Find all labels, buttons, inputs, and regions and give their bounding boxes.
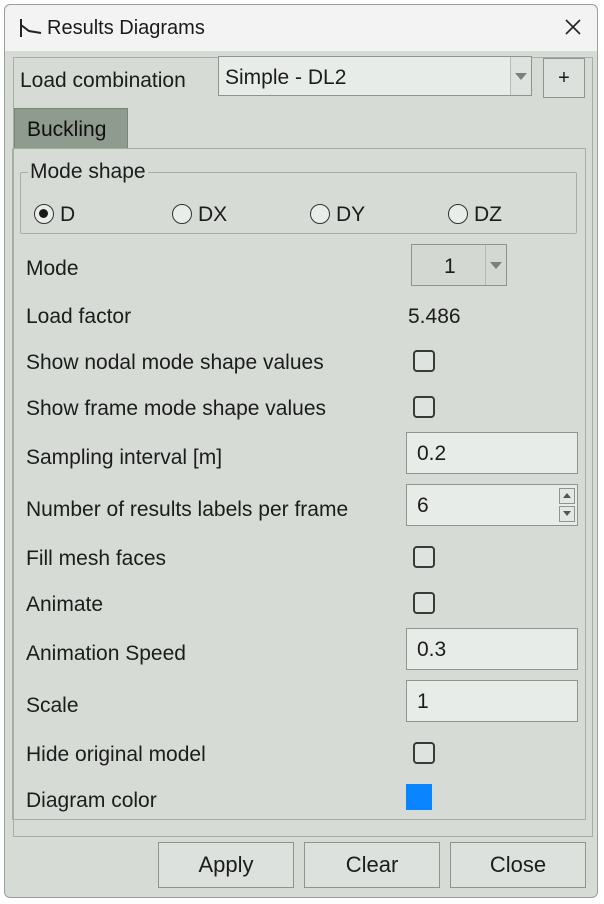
radio-dz[interactable] — [448, 204, 468, 224]
scale-label: Scale — [26, 694, 79, 717]
add-load-combination-button[interactable]: + — [543, 58, 585, 98]
radio-dz-label: DZ — [474, 203, 502, 226]
close-icon[interactable] — [563, 17, 583, 37]
radio-dy-label: DY — [336, 203, 366, 226]
animation-speed-value: 0.3 — [417, 638, 447, 661]
diagram-color-swatch[interactable] — [406, 784, 432, 810]
num-labels-value: 6 — [417, 494, 429, 517]
animation-speed-input[interactable]: 0.3 — [406, 628, 578, 670]
apply-button[interactable]: Apply — [158, 842, 294, 888]
sampling-interval-input[interactable]: 0.2 — [406, 432, 578, 474]
sampling-interval-label: Sampling interval [m] — [26, 446, 223, 469]
fill-mesh-checkbox[interactable] — [413, 546, 435, 568]
show-nodal-checkbox[interactable] — [413, 350, 435, 372]
show-frame-label: Show frame mode shape values — [26, 397, 326, 420]
mode-value: 1 — [444, 255, 456, 278]
show-frame-checkbox[interactable] — [413, 396, 435, 418]
close-button[interactable]: Close — [450, 842, 586, 888]
radio-dy[interactable] — [310, 204, 330, 224]
hide-original-label: Hide original model — [26, 743, 206, 766]
diagram-color-label: Diagram color — [26, 789, 157, 812]
load-combination-select[interactable]: Simple - DL2 — [218, 56, 532, 96]
animation-speed-label: Animation Speed — [26, 642, 186, 665]
spin-up-icon[interactable] — [559, 488, 575, 504]
radio-d-label: D — [60, 203, 76, 226]
load-factor-value: 5.486 — [408, 305, 461, 328]
chevron-down-icon[interactable] — [510, 57, 531, 95]
radio-dx-label: DX — [198, 203, 228, 226]
scale-value: 1 — [417, 690, 429, 713]
show-nodal-label: Show nodal mode shape values — [26, 351, 324, 374]
tab-buckling[interactable]: Buckling — [14, 108, 128, 148]
load-factor-label: Load factor — [26, 305, 132, 328]
spin-down-icon[interactable] — [559, 506, 575, 522]
sampling-interval-value: 0.2 — [417, 442, 447, 465]
chevron-down-icon[interactable] — [485, 245, 506, 285]
load-combination-label: Load combination — [20, 69, 186, 92]
load-combination-value: Simple - DL2 — [225, 66, 347, 89]
title-bar: Results Diagrams — [5, 5, 597, 51]
scale-input[interactable]: 1 — [406, 680, 578, 722]
mode-label: Mode — [26, 257, 79, 280]
radio-d[interactable] — [34, 204, 54, 224]
diagram-icon — [20, 19, 42, 37]
tab-buckling-label: Buckling — [27, 118, 107, 141]
mode-select[interactable]: 1 — [411, 244, 507, 286]
radio-dx[interactable] — [172, 204, 192, 224]
radio-dot-icon — [39, 209, 48, 218]
animate-checkbox[interactable] — [413, 592, 435, 614]
num-labels-stepper[interactable]: 6 — [406, 484, 578, 526]
mode-shape-legend: Mode shape — [28, 160, 148, 184]
animate-label: Animate — [26, 593, 104, 616]
fill-mesh-label: Fill mesh faces — [26, 547, 167, 570]
num-labels-label: Number of results labels per frame — [26, 498, 349, 521]
hide-original-checkbox[interactable] — [413, 742, 435, 764]
clear-button[interactable]: Clear — [304, 842, 440, 888]
window-title: Results Diagrams — [47, 17, 205, 39]
